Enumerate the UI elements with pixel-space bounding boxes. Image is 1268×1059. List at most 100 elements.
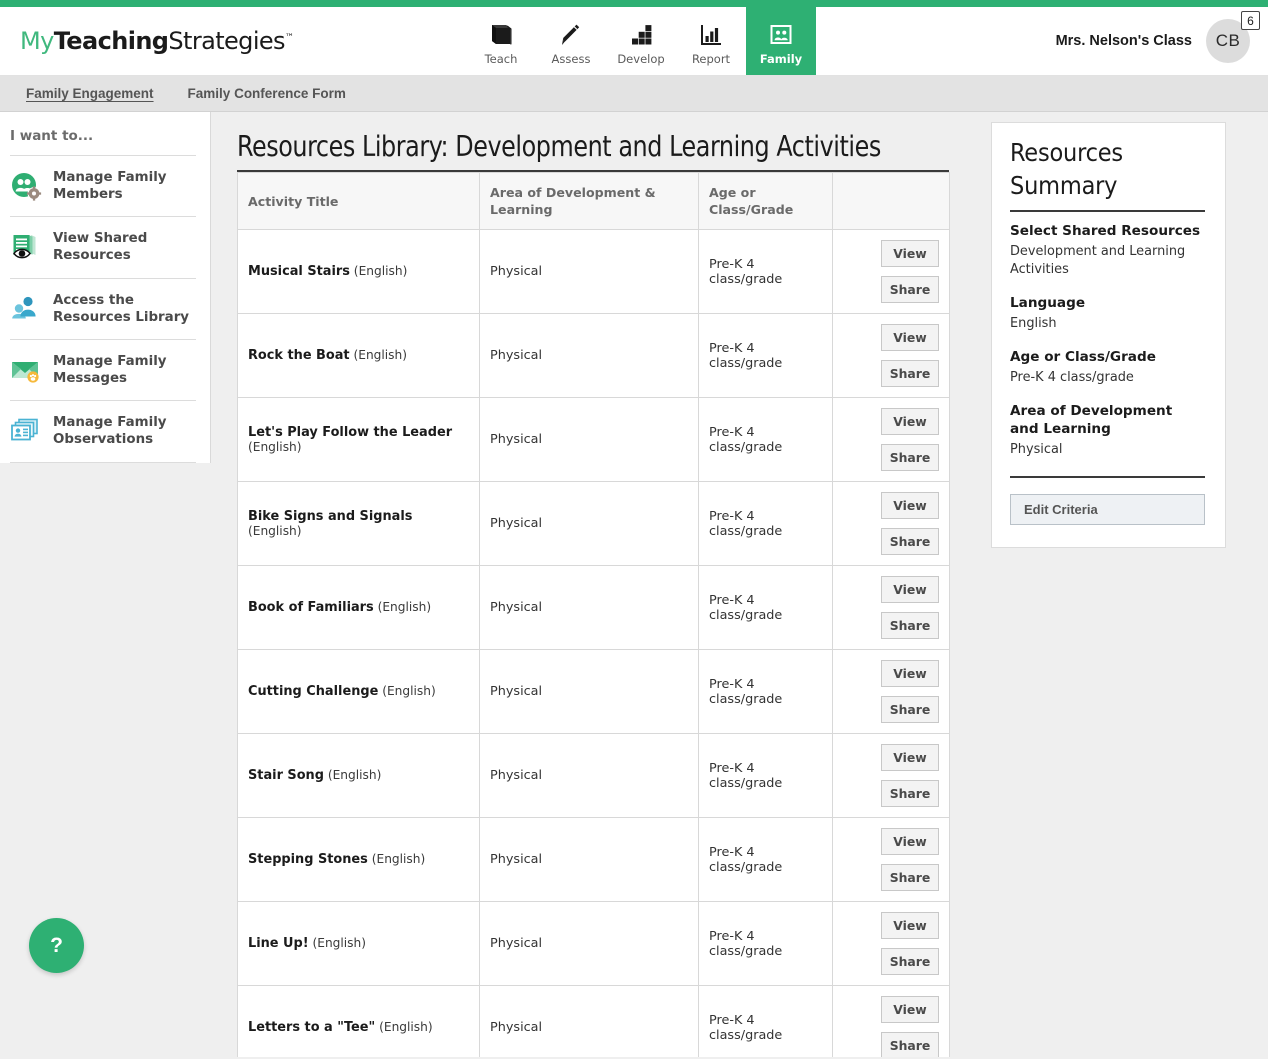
summary-value-language: English (1010, 315, 1205, 333)
nav-label-develop: Develop (617, 52, 664, 66)
activity-language-text: (English) (350, 264, 407, 278)
bar-chart-icon (698, 21, 724, 47)
summary-value-age-or-class-grade: Pre-K 4 class/grade (1010, 369, 1205, 387)
activity-title-text: Book of Familiars (248, 600, 374, 615)
cell-age-or-class-grade: Pre-K 4 class/grade (699, 818, 833, 902)
activity-language-text: (English) (309, 936, 366, 950)
column-header-area[interactable]: Area of Development & Learning (480, 173, 699, 230)
sidebar-label-manage-family-members: Manage Family Members (53, 169, 198, 203)
cell-area-of-development: Physical (480, 314, 699, 398)
top-accent-bar (0, 0, 1268, 7)
share-button[interactable]: Share (881, 276, 939, 303)
sidebar-label-manage-family-messages: Manage Family Messages (53, 353, 198, 387)
cell-actions: View Share (833, 398, 950, 482)
resources-summary-panel: Resources Summary Select Shared Resource… (991, 122, 1226, 548)
table-row: Stepping Stones (English)PhysicalPre-K 4… (238, 818, 950, 902)
secondary-nav: Family Engagement Family Conference Form (0, 76, 1268, 112)
column-header-actions (833, 173, 950, 230)
family-icon (768, 21, 794, 47)
activity-language-text: (English) (375, 1020, 432, 1034)
summary-value-area-of-development: Physical (1010, 441, 1205, 459)
summary-value-select-shared-resources: Development and Learning Activities (1010, 243, 1205, 280)
share-button[interactable]: Share (881, 780, 939, 807)
view-button[interactable]: View (881, 996, 939, 1023)
share-button[interactable]: Share (881, 360, 939, 387)
view-button[interactable]: View (881, 744, 939, 771)
view-button[interactable]: View (881, 828, 939, 855)
view-button[interactable]: View (881, 240, 939, 267)
notification-badge[interactable]: 6 (1241, 11, 1260, 30)
activity-language-text: (English) (248, 524, 302, 538)
cell-age-or-class-grade: Pre-K 4 class/grade (699, 566, 833, 650)
sidebar-item-view-shared-resources[interactable]: View Shared Resources (0, 217, 210, 277)
share-button[interactable]: Share (881, 528, 939, 555)
nav-item-teach[interactable]: Teach (466, 7, 536, 75)
sidebar-divider (10, 462, 196, 463)
column-header-age[interactable]: Age or Class/Grade (699, 173, 833, 230)
sidebar-label-manage-family-observations: Manage Family Observations (53, 414, 198, 448)
view-button[interactable]: View (881, 492, 939, 519)
share-button[interactable]: Share (881, 948, 939, 975)
summary-label-age-or-class-grade: Age or Class/Grade (1010, 349, 1205, 367)
help-button[interactable]: ? (29, 918, 84, 973)
activity-title-text: Bike Signs and Signals (248, 509, 412, 524)
activity-title-text: Stair Song (248, 768, 324, 783)
sidebar-item-access-resources-library[interactable]: Access the Resources Library (0, 279, 210, 339)
subnav-item-family-conference-form[interactable]: Family Conference Form (188, 86, 346, 101)
view-button[interactable]: View (881, 660, 939, 687)
logo-trademark: ™ (285, 33, 293, 43)
activity-language-text: (English) (324, 768, 381, 782)
cell-age-or-class-grade: Pre-K 4 class/grade (699, 398, 833, 482)
sidebar-item-manage-family-members[interactable]: Manage Family Members (0, 156, 210, 216)
nav-item-develop[interactable]: Develop (606, 7, 676, 75)
blocks-icon (628, 21, 654, 47)
logo-my: My (20, 27, 54, 55)
activity-title-text: Let's Play Follow the Leader (248, 425, 452, 440)
share-button[interactable]: Share (881, 1032, 939, 1057)
share-button[interactable]: Share (881, 864, 939, 891)
table-header-row: Activity Title Area of Development & Lea… (238, 173, 950, 230)
view-button[interactable]: View (881, 912, 939, 939)
cell-area-of-development: Physical (480, 566, 699, 650)
photos-icon (10, 416, 42, 446)
table-row: Bike Signs and Signals (English)Physical… (238, 482, 950, 566)
activity-title-text: Letters to a "Tee" (248, 1020, 375, 1035)
cell-actions: View Share (833, 650, 950, 734)
cell-age-or-class-grade: Pre-K 4 class/grade (699, 986, 833, 1058)
header-account-area: Mrs. Nelson's Class CB 6 (1056, 7, 1250, 75)
cell-area-of-development: Physical (480, 230, 699, 314)
table-row: Stair Song (English)PhysicalPre-K 4 clas… (238, 734, 950, 818)
cell-activity-title: Bike Signs and Signals (English) (238, 482, 480, 566)
avatar-wrap: CB 6 (1206, 19, 1250, 63)
share-button[interactable]: Share (881, 612, 939, 639)
logo-strategies: Strategies (168, 27, 285, 55)
table-header: Activity Title Area of Development & Lea… (238, 173, 950, 230)
nav-item-family[interactable]: Family (746, 7, 816, 75)
share-button[interactable]: Share (881, 444, 939, 471)
sidebar-item-manage-family-observations[interactable]: Manage Family Observations (0, 401, 210, 461)
cell-activity-title: Letters to a "Tee" (English) (238, 986, 480, 1058)
view-button[interactable]: View (881, 576, 939, 603)
column-header-activity-title[interactable]: Activity Title (238, 173, 480, 230)
summary-title: Resources Summary (1010, 137, 1205, 202)
summary-label-select-shared-resources: Select Shared Resources (1010, 223, 1205, 241)
edit-criteria-button[interactable]: Edit Criteria (1010, 494, 1205, 525)
nav-item-report[interactable]: Report (676, 7, 746, 75)
cell-area-of-development: Physical (480, 398, 699, 482)
cell-actions: View Share (833, 482, 950, 566)
view-button[interactable]: View (881, 324, 939, 351)
nav-item-assess[interactable]: Assess (536, 7, 606, 75)
table-row: Letters to a "Tee" (English)PhysicalPre-… (238, 986, 950, 1058)
table-row: Rock the Boat (English)PhysicalPre-K 4 c… (238, 314, 950, 398)
subnav-item-family-engagement[interactable]: Family Engagement (26, 86, 154, 101)
main-content: Resources Library: Development and Learn… (211, 112, 975, 1057)
activity-title-text: Musical Stairs (248, 264, 350, 279)
cell-area-of-development: Physical (480, 818, 699, 902)
table-body: Musical Stairs (English)PhysicalPre-K 4 … (238, 230, 950, 1058)
cell-actions: View Share (833, 902, 950, 986)
sidebar-item-manage-family-messages[interactable]: Manage Family Messages (0, 340, 210, 400)
logo[interactable]: MyTeachingStrategies™ (0, 7, 293, 75)
cell-area-of-development: Physical (480, 650, 699, 734)
view-button[interactable]: View (881, 408, 939, 435)
share-button[interactable]: Share (881, 696, 939, 723)
